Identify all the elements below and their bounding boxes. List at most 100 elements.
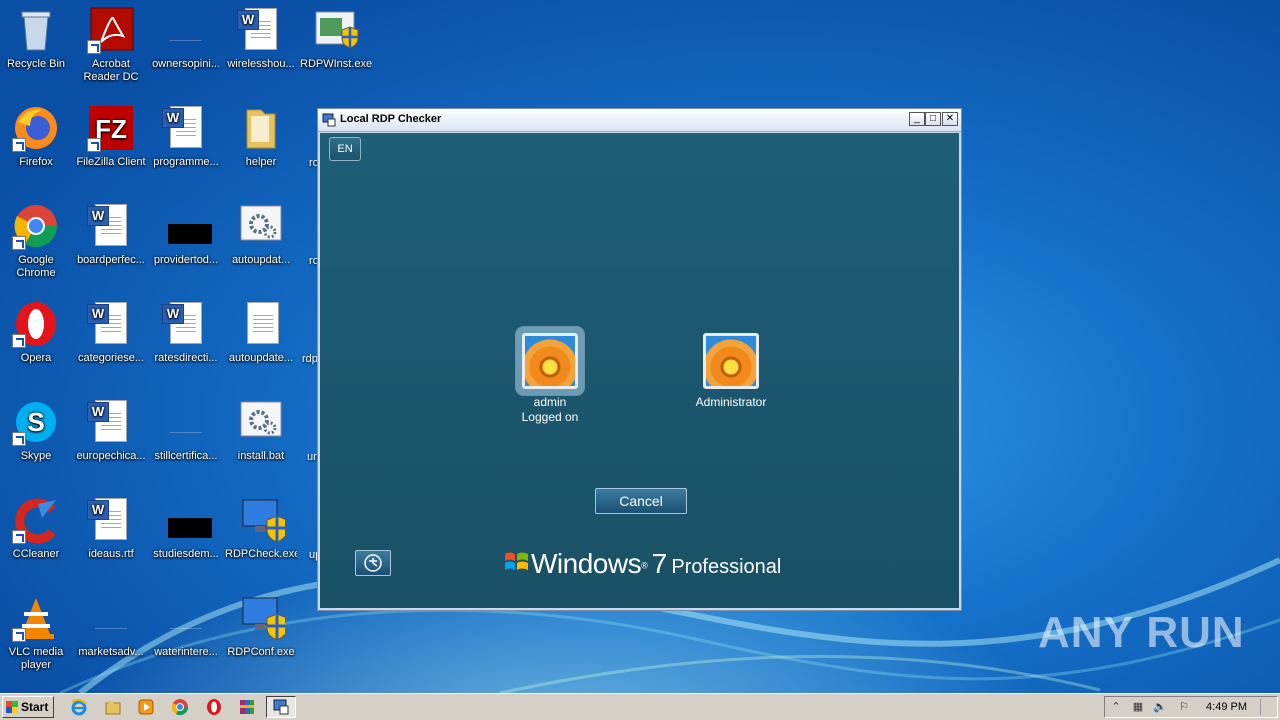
desktop-icon-label: RDPWInst.exe (300, 58, 372, 70)
shortcut-arrow-icon (12, 432, 26, 446)
desktop-icon-label: autoupdate... (228, 352, 294, 364)
desktop-icon-label: categoriese... (77, 352, 145, 364)
word-document-icon: W (87, 300, 135, 348)
desktop-icon-label: providertod... (153, 254, 219, 266)
desktop-icon-file[interactable]: marketsadv... (75, 594, 147, 659)
shortcut-arrow-icon (12, 334, 26, 348)
language-button[interactable]: EN (329, 137, 361, 161)
desktop-icon-ccleaner[interactable]: CCleaner (0, 496, 72, 561)
gear-file-icon (237, 398, 285, 446)
desktop-icon-word-doc[interactable]: W ratesdirecti... (150, 300, 222, 365)
desktop-icon-skype[interactable]: S Skype (0, 398, 72, 463)
opera-icon[interactable] (205, 698, 223, 716)
skype-icon: S (12, 398, 60, 446)
desktop-icon-file[interactable]: providertod... (150, 202, 222, 267)
ccleaner-icon (12, 496, 60, 544)
desktop-icon-word-doc[interactable]: W boardperfec... (75, 202, 147, 267)
desktop-icon-label: VLC media player (8, 646, 64, 671)
desktop-icon-label: wirelesshou... (227, 58, 295, 70)
desktop-icon-chrome[interactable]: Google Chrome (0, 202, 72, 280)
desktop-icon-label: Acrobat Reader DC (83, 58, 139, 83)
desktop-icon-opera[interactable]: Opera (0, 300, 72, 365)
user-avatar-flower (703, 333, 759, 389)
desktop-icon-rdpcheck[interactable]: RDPCheck.exe (225, 496, 297, 561)
gear-file-icon (237, 202, 285, 250)
start-button[interactable]: Start (2, 696, 54, 718)
word-document-icon: W (237, 6, 285, 54)
show-hidden-icons-icon[interactable]: ⌃ (1109, 701, 1123, 714)
show-desktop-button[interactable] (1260, 699, 1275, 715)
windows-flag-icon (6, 701, 18, 713)
taskbar-task-rdp-checker[interactable] (266, 696, 296, 718)
watermark-text: ANY RUN (1038, 608, 1245, 657)
system-clock[interactable]: 4:49 PM (1206, 701, 1247, 713)
shortcut-arrow-icon (12, 628, 26, 642)
desktop-icon-file[interactable]: ownersopini... (150, 6, 222, 71)
notification-area: ⌃ ▦ 🔈 ⚐ 4:49 PM (1104, 696, 1278, 718)
word-document-icon: W (162, 300, 210, 348)
winrar-icon[interactable] (238, 698, 256, 716)
desktop-icon-word-doc[interactable]: W europechica... (75, 398, 147, 463)
desktop-icon-label: RDPCheck.exe (225, 548, 297, 560)
desktop-icon-label: ideaus.rtf (88, 548, 134, 560)
internet-explorer-icon[interactable] (70, 698, 88, 716)
desktop-icon-word-doc[interactable]: W wirelesshou... (225, 6, 297, 71)
desktop-icon-label: Skype (20, 450, 52, 462)
vlc-icon (12, 594, 60, 642)
blank-file-icon (87, 594, 135, 642)
desktop-icon-text-file[interactable]: autoupdate... (225, 300, 297, 365)
media-player-icon[interactable] (137, 698, 155, 716)
user-avatar-flower (522, 333, 578, 389)
desktop-icon-label: CCleaner (12, 548, 60, 560)
desktop-icon-label: install.bat (237, 450, 285, 462)
desktop-icon-install-bat[interactable]: install.bat (225, 398, 297, 463)
volume-icon[interactable]: 🔈 (1153, 701, 1167, 714)
explorer-folder-icon[interactable] (104, 698, 122, 716)
action-center-flag-icon[interactable]: ⚐ (1177, 701, 1191, 714)
word-document-icon: W (162, 104, 210, 152)
desktop-icon-file[interactable]: waterintere... (150, 594, 222, 659)
user-tile-admin[interactable]: admin Logged on (495, 333, 605, 425)
desktop-icon-file[interactable]: stillcertifica... (150, 398, 222, 463)
desktop-icon-vlc[interactable]: VLC media player (0, 594, 72, 672)
maximize-button[interactable]: □ (925, 112, 941, 126)
shortcut-arrow-icon (12, 530, 26, 544)
ease-of-access-button[interactable] (355, 550, 391, 576)
desktop-icon-label: helper (245, 156, 277, 168)
user-tile-administrator[interactable]: Administrator (676, 333, 786, 410)
shortcut-arrow-icon (87, 40, 101, 54)
recycle-bin-icon (12, 6, 60, 54)
desktop-icon-recycle-bin[interactable]: Recycle Bin (0, 6, 72, 71)
network-icon[interactable]: ▦ (1131, 701, 1145, 714)
minimize-button[interactable]: _ (909, 112, 925, 126)
desktop-icon-helper-folder[interactable]: helper (225, 104, 297, 169)
desktop-icon-label: boardperfec... (77, 254, 145, 266)
desktop-icon-label: stillcertifica... (154, 450, 218, 462)
monitor-shield-icon (237, 594, 288, 642)
desktop-icon-filezilla[interactable]: FZ FileZilla Client (75, 104, 147, 169)
windows-7-professional-logo: Windows® 7 Professional (503, 548, 781, 580)
desktop-icon-rdpwinst[interactable]: RDPWInst.exe (300, 6, 372, 71)
desktop-icon-word-doc[interactable]: W categoriese... (75, 300, 147, 365)
black-thumbnail-icon (162, 496, 212, 544)
cancel-button[interactable]: Cancel (595, 488, 687, 514)
close-button[interactable]: ✕ (942, 112, 958, 126)
desktop-icon-label: ratesdirecti... (154, 352, 218, 364)
desktop-icon-word-doc[interactable]: W ideaus.rtf (75, 496, 147, 561)
chrome-icon (12, 202, 60, 250)
word-document-icon: W (87, 202, 135, 250)
desktop-icon-settings-file[interactable]: autoupdat... (225, 202, 297, 267)
rdp-checker-window: Local RDP Checker _ □ ✕ EN admin Logged … (317, 108, 962, 611)
chrome-icon[interactable] (171, 698, 189, 716)
desktop-icon-word-doc[interactable]: W programme... (150, 104, 222, 169)
desktop-icon-firefox[interactable]: Firefox (0, 104, 72, 169)
acrobat-icon (87, 6, 135, 54)
desktop-icon-rdpconf[interactable]: RDPConf.exe (225, 594, 297, 659)
window-titlebar[interactable]: Local RDP Checker _ □ ✕ (318, 109, 961, 132)
opera-icon (12, 300, 60, 348)
desktop-icon-label: Opera (20, 352, 52, 364)
desktop-icon-file[interactable]: studiesdem... (150, 496, 222, 561)
taskbar: Start ⌃ ▦ 🔈 ⚐ 4:49 PM (0, 693, 1280, 720)
desktop-icon-acrobat[interactable]: Acrobat Reader DC (75, 6, 147, 84)
installer-shield-icon (312, 6, 360, 54)
